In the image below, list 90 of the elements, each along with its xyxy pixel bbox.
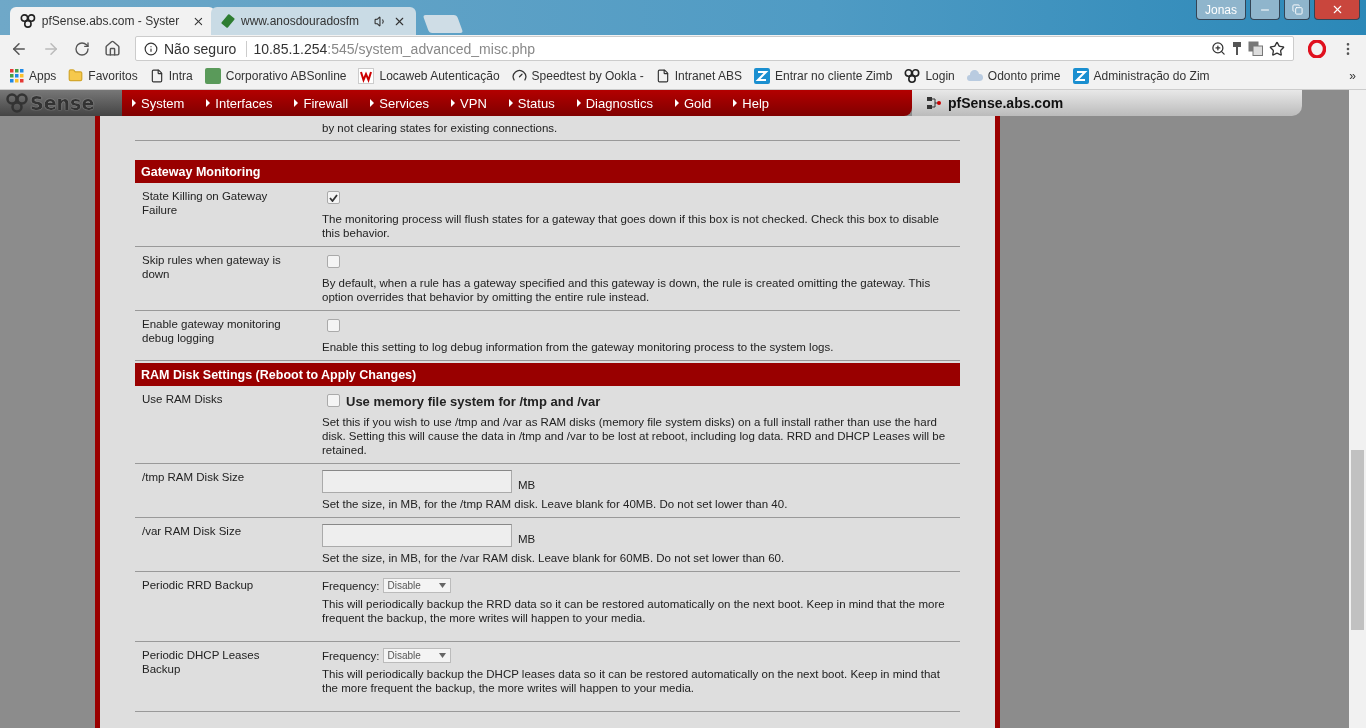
bookmarks-overflow[interactable]: » (1349, 68, 1356, 83)
bookmark-item[interactable]: Intranet ABS (655, 68, 743, 83)
minimize-button[interactable] (1250, 0, 1280, 20)
description-text: The monitoring process will flush states for a gateway that goes down if this box is not checked. Check this box to disable this behavior. (322, 212, 940, 240)
address-bar[interactable]: Não seguro 10.85.1.254:545/system_advanced_misc.php (135, 36, 1294, 61)
description-text: by not clearing states for existing connections. (135, 116, 960, 141)
description-text: Set the size, in MB, for the /tmp RAM disk. Leave blank for 40MB. Do not set lower than 40. (322, 497, 789, 511)
row-label: Periodic DHCP Leases Backup (142, 648, 261, 677)
menu-item[interactable]: Help (733, 95, 770, 111)
hostname-text: pfSense.abs.com (948, 95, 1064, 111)
page-icon (655, 68, 670, 83)
scrollbar-thumb[interactable] (1351, 450, 1364, 630)
zoom-icon[interactable] (1211, 41, 1226, 56)
row-label: Use RAM Disks (142, 392, 224, 407)
bookmark-item[interactable]: Administração do Zim (1072, 67, 1210, 84)
checkbox[interactable] (327, 394, 340, 407)
description-text: Set this if you wish to use /tmp and /var as RAM disks (memory file system disks) on a full install rather than use the hard disk. Setting this will cause the data in /tmp and /var to be lost at reboot, including log data. RRD and DHCP Leases will be retained. (322, 415, 947, 457)
frequency-label: Frequency: (322, 648, 380, 663)
bookmark-item[interactable]: Apps (10, 68, 57, 83)
menu-item[interactable]: Interfaces (206, 95, 273, 111)
unit-label: MB (518, 477, 536, 492)
scrollbar[interactable] (1349, 90, 1366, 728)
row-label: Periodic RRD Backup (142, 578, 255, 593)
browser-tab[interactable]: www.anosdouradosfm (211, 7, 416, 35)
input-field[interactable] (322, 470, 512, 493)
page-icon (149, 68, 164, 83)
description-text: This will periodically backup the DHCP leases data so it can be restored automatically on the next boot. Keep in mind that the more frequent the backup, the more writes will happen to your media. (322, 667, 941, 695)
bookmark-item[interactable]: Favoritos (68, 68, 138, 83)
menu-item[interactable]: Services (370, 95, 430, 111)
folder-icon (68, 68, 84, 83)
frequency-select[interactable]: Disable (382, 648, 451, 663)
checkbox[interactable] (327, 191, 340, 204)
w-logo-icon (358, 67, 375, 84)
speaker-icon[interactable] (374, 14, 387, 28)
checkbox-label: Use memory file system for /tmp and /var (346, 394, 601, 409)
menu-item[interactable]: Firewall (294, 95, 349, 111)
browser-tab[interactable]: pfSense.abs.com - Syster (10, 7, 215, 35)
frequency-label: Frequency: (322, 578, 380, 593)
checkbox[interactable] (327, 255, 340, 268)
restore-button[interactable] (1284, 0, 1310, 20)
z-logo-icon (1072, 67, 1089, 84)
bookmark-item[interactable]: Corporativo ABSonline (204, 67, 347, 84)
bookmark-item[interactable]: Speedtest by Ookla - (511, 68, 644, 83)
rings-logo-icon (904, 67, 921, 84)
unit-label: MB (518, 531, 536, 546)
menu-item[interactable]: Status (508, 95, 555, 111)
restore-icon (1291, 4, 1303, 15)
description-text: Set the size, in MB, for the /var RAM disk. Leave blank for 60MB. Do not set lower than 60. (322, 551, 786, 565)
menu-item[interactable]: VPN (451, 95, 487, 111)
info-icon[interactable] (144, 41, 158, 56)
row-label: /tmp RAM Disk Size (142, 470, 246, 485)
row-label: Skip rules when gateway is down (142, 253, 282, 282)
star-icon[interactable] (1269, 40, 1285, 57)
description-text: By default, when a rule has a gateway specified and this gateway is down, the rule is created omitting the gateway. This option overrides that behavior by omitting the entire rule instead. (322, 276, 932, 304)
url-text[interactable]: 10.85.1.254:545/system_advanced_misc.php (253, 40, 1205, 57)
gauge-icon (511, 68, 527, 83)
row-label: Enable gateway monitoring debug logging (142, 317, 282, 346)
menu-item[interactable]: Diagnostics (576, 95, 653, 111)
home-icon[interactable] (104, 40, 121, 57)
z-logo-icon (754, 67, 771, 84)
opera-logo-icon[interactable] (1308, 39, 1326, 58)
bookmark-item[interactable]: Entrar no cliente Zimb (754, 67, 893, 84)
site-icon (204, 67, 221, 84)
menu-item[interactable]: Gold (674, 95, 712, 111)
caret-icon (438, 653, 446, 658)
cloud-icon (966, 69, 983, 82)
close-button[interactable] (1314, 0, 1360, 20)
network-icon (926, 95, 942, 111)
checkbox[interactable] (327, 319, 340, 332)
tab-favicon-icon (221, 14, 235, 28)
bookmark-item[interactable]: Login (904, 67, 955, 84)
bookmark-item[interactable]: Odonto prime (966, 68, 1061, 83)
rings-logo-icon (20, 13, 36, 29)
row-label: State Killing on Gateway Failure (142, 189, 269, 218)
row-label: /var RAM Disk Size (142, 524, 243, 539)
logo-rings-icon (6, 93, 28, 113)
apps-grid-icon (10, 68, 24, 83)
section-header: Gateway Monitoring (135, 160, 960, 183)
input-field[interactable] (322, 524, 512, 547)
description-text: Enable this setting to log debug information from the gateway monitoring process to the system logs. (322, 340, 835, 354)
menu-item[interactable]: System (132, 95, 185, 111)
checkmark-icon (329, 193, 338, 202)
reload-icon[interactable] (74, 40, 90, 57)
security-label[interactable]: Não seguro (164, 40, 248, 57)
section-header: RAM Disk Settings (Reboot to Apply Changes) (135, 363, 960, 386)
description-text: This will periodically backup the RRD data so it can be restored automatically on the next boot. Keep in mind that the more frequent the backup, the more writes will happen to your media. (322, 597, 946, 625)
frequency-select[interactable]: Disable (382, 578, 451, 593)
bookmark-item[interactable]: Locaweb Autenticação (358, 67, 500, 84)
caret-icon (438, 583, 446, 588)
bookmark-item[interactable]: Intra (149, 68, 193, 83)
